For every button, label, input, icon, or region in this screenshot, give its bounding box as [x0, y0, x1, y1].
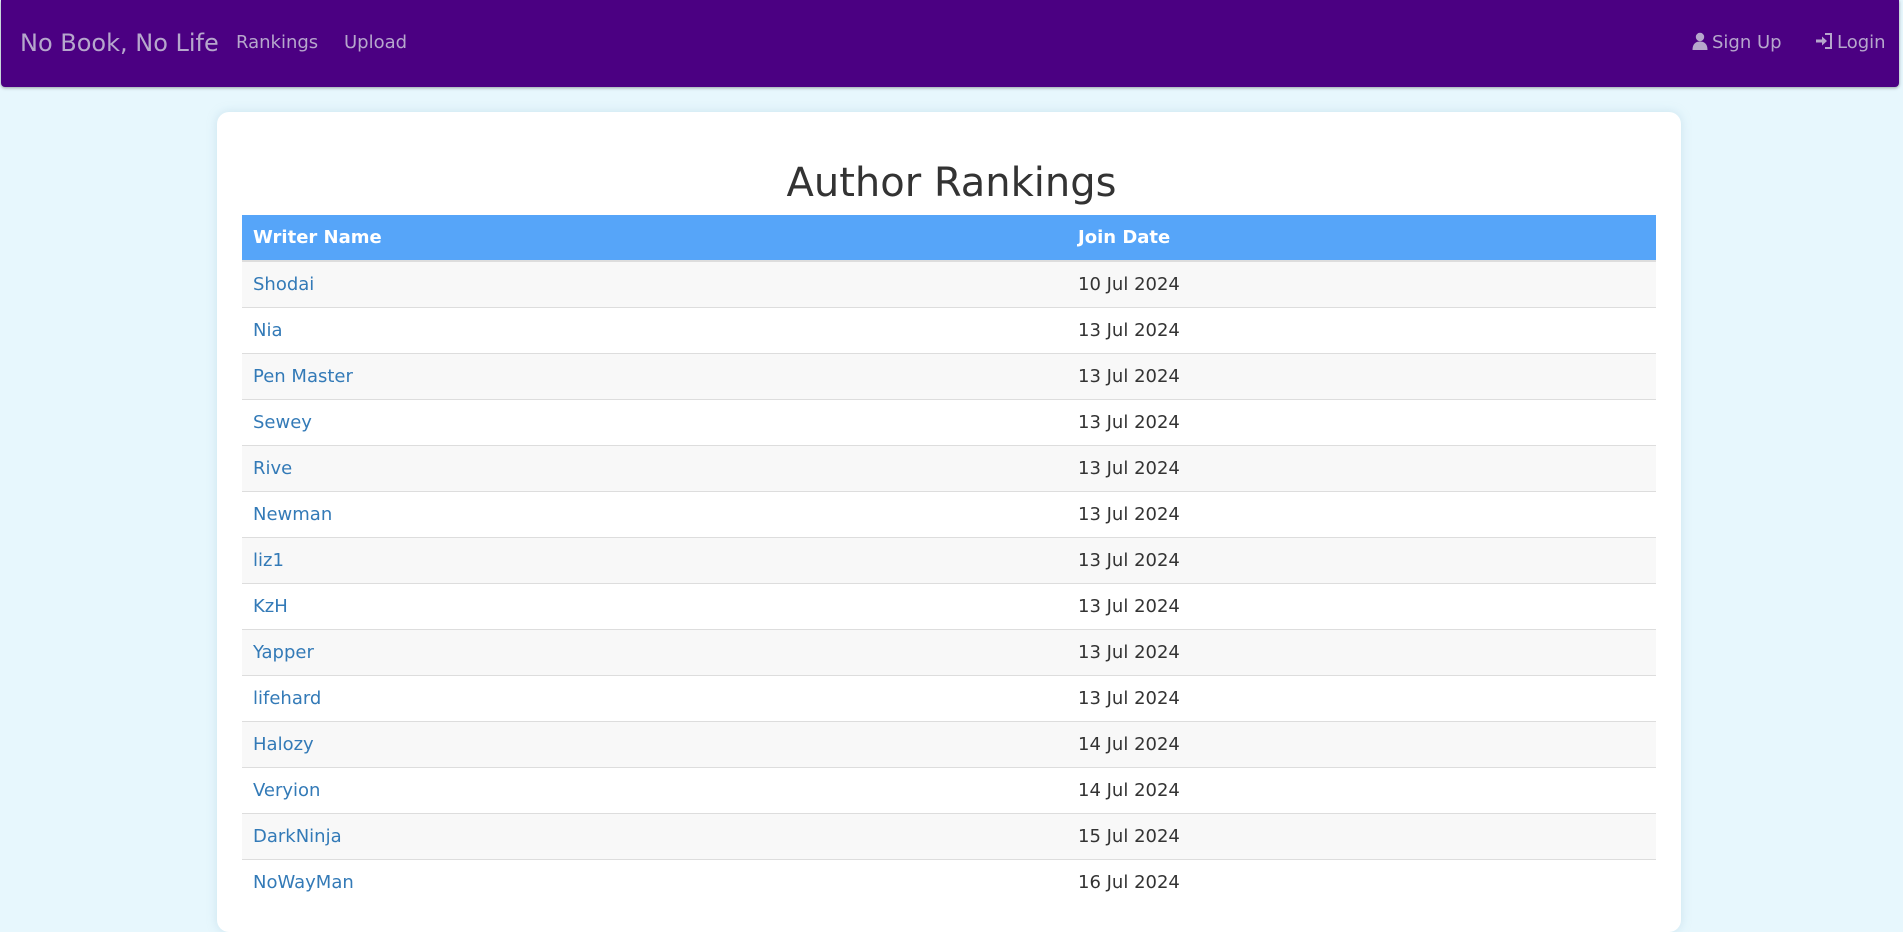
rankings-table: Writer Name Join Date Shodai 10 Jul 2024 N… [242, 215, 1656, 905]
signup-link[interactable]: Sign Up [1692, 32, 1782, 56]
table-row: KzH 13 Jul 2024 [242, 582, 1656, 629]
join-date-cell: 13 Jul 2024 [1067, 352, 1656, 399]
writer-name-cell: Halozy [242, 720, 1067, 767]
join-date-cell: 13 Jul 2024 [1067, 306, 1656, 353]
table-body: Shodai 10 Jul 2024 Nia 13 Jul 2024 Pen Maste… [242, 260, 1656, 905]
writer-name-cell: Yapper [242, 628, 1067, 675]
writer-name-link[interactable]: Nia [253, 320, 283, 341]
writer-name-link[interactable]: Yapper [253, 642, 314, 663]
join-date-cell: 13 Jul 2024 [1067, 444, 1656, 491]
join-date-cell: 13 Jul 2024 [1067, 582, 1656, 629]
writer-name-link[interactable]: DarkNinja [253, 826, 342, 847]
writer-name-cell: Shodai [242, 260, 1067, 307]
join-date-cell: 14 Jul 2024 [1067, 720, 1656, 767]
nav-link-rankings[interactable]: Rankings [236, 32, 318, 54]
writer-name-link[interactable]: Newman [253, 504, 332, 525]
login-label: Login [1837, 32, 1886, 53]
table-row: Shodai 10 Jul 2024 [242, 260, 1656, 307]
nav-link-upload[interactable]: Upload [344, 32, 407, 54]
table-row: liz1 13 Jul 2024 [242, 536, 1656, 583]
table-row: NoWayMan 16 Jul 2024 [242, 858, 1656, 905]
column-header-join-date: Join Date [1067, 215, 1656, 262]
user-icon [1692, 32, 1708, 56]
table-row: Nia 13 Jul 2024 [242, 306, 1656, 353]
join-date-cell: 13 Jul 2024 [1067, 490, 1656, 537]
writer-name-cell: Rive [242, 444, 1067, 491]
writer-name-cell: Newman [242, 490, 1067, 537]
writer-name-cell: liz1 [242, 536, 1067, 583]
brand-link[interactable]: No Book, No Life [20, 28, 219, 58]
writer-name-link[interactable]: Pen Master [253, 366, 353, 387]
top-navbar: No Book, No Life Rankings Upload Sign Up… [1, 0, 1899, 87]
writer-name-link[interactable]: KzH [253, 596, 288, 617]
writer-name-link[interactable]: NoWayMan [253, 872, 354, 893]
writer-name-cell: Pen Master [242, 352, 1067, 399]
join-date-cell: 15 Jul 2024 [1067, 812, 1656, 859]
table-row: DarkNinja 15 Jul 2024 [242, 812, 1656, 859]
column-header-writer-name: Writer Name [242, 215, 1067, 262]
writer-name-link[interactable]: Sewey [253, 412, 312, 433]
writer-name-cell: Nia [242, 306, 1067, 353]
join-date-cell: 16 Jul 2024 [1067, 858, 1656, 905]
writer-name-cell: KzH [242, 582, 1067, 629]
writer-name-link[interactable]: lifehard [253, 688, 321, 709]
signup-label: Sign Up [1712, 32, 1782, 53]
writer-name-cell: DarkNinja [242, 812, 1067, 859]
table-row: Yapper 13 Jul 2024 [242, 628, 1656, 675]
join-date-cell: 13 Jul 2024 [1067, 536, 1656, 583]
join-date-cell: 10 Jul 2024 [1067, 260, 1656, 307]
table-row: Veryion 14 Jul 2024 [242, 766, 1656, 813]
writer-name-link[interactable]: Rive [253, 458, 292, 479]
writer-name-cell: lifehard [242, 674, 1067, 721]
table-row: Sewey 13 Jul 2024 [242, 398, 1656, 445]
writer-name-link[interactable]: Halozy [253, 734, 314, 755]
table-row: Newman 13 Jul 2024 [242, 490, 1656, 537]
join-date-cell: 14 Jul 2024 [1067, 766, 1656, 813]
table-header-row: Writer Name Join Date [242, 215, 1656, 262]
join-date-cell: 13 Jul 2024 [1067, 628, 1656, 675]
table-row: lifehard 13 Jul 2024 [242, 674, 1656, 721]
writer-name-link[interactable]: Shodai [253, 274, 314, 295]
table-row: Rive 13 Jul 2024 [242, 444, 1656, 491]
join-date-cell: 13 Jul 2024 [1067, 674, 1656, 721]
login-icon [1815, 32, 1833, 56]
login-link[interactable]: Login [1815, 32, 1886, 56]
writer-name-cell: NoWayMan [242, 858, 1067, 905]
writer-name-cell: Veryion [242, 766, 1067, 813]
page-title: Author Rankings [786, 160, 1117, 206]
writer-name-link[interactable]: liz1 [253, 550, 284, 571]
writer-name-cell: Sewey [242, 398, 1067, 445]
table-row: Pen Master 13 Jul 2024 [242, 352, 1656, 399]
writer-name-link[interactable]: Veryion [253, 780, 320, 801]
table-row: Halozy 14 Jul 2024 [242, 720, 1656, 767]
join-date-cell: 13 Jul 2024 [1067, 398, 1656, 445]
